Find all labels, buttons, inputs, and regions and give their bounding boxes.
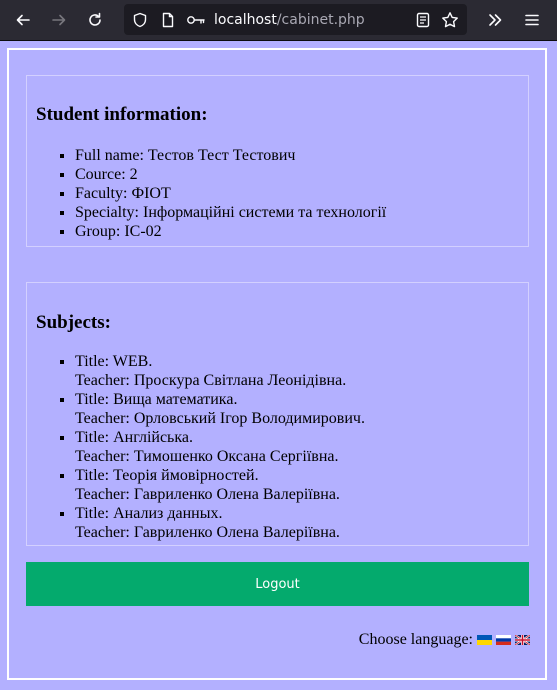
url-text[interactable]: localhost/cabinet.php	[214, 12, 365, 28]
logout-button[interactable]: Logout	[26, 562, 529, 606]
subject-title: Title: WEB.	[75, 353, 153, 370]
key-icon[interactable]	[186, 11, 206, 29]
student-info-panel: Student information: Full name: Тестов Т…	[26, 75, 529, 247]
reload-icon[interactable]	[81, 6, 109, 34]
subject-teacher: Teacher: Гавриленко Олена Валеріївна.	[75, 524, 340, 541]
subjects-heading: Subjects:	[36, 312, 111, 333]
subject-title: Title: Анализ данных.	[75, 505, 223, 522]
student-course: Cource: 2	[75, 165, 386, 184]
subject-title: Title: Вища математика.	[75, 391, 238, 408]
url-path: /cabinet.php	[276, 12, 365, 28]
toolbar-divider	[0, 40, 557, 41]
subject-item: Title: Вища математика. Teacher: Орловськ…	[75, 390, 365, 428]
language-label: Choose language:	[358, 631, 473, 648]
ukraine-flag-icon[interactable]	[477, 635, 492, 645]
subject-teacher: Teacher: Орловський Ігор Володимирович.	[75, 410, 365, 427]
shield-icon[interactable]	[131, 11, 149, 29]
subjects-list: Title: WEB. Teacher: Проскура Світлана Ле…	[75, 352, 365, 542]
subject-item: Title: Анализ данных. Teacher: Гавриленко…	[75, 504, 365, 542]
student-full-name: Full name: Тестов Тест Тестович	[75, 146, 386, 165]
student-group: Group: ІС-02	[75, 222, 386, 241]
hamburger-menu-icon[interactable]	[518, 6, 546, 34]
page-icon[interactable]	[159, 11, 177, 29]
forward-arrow-icon[interactable]	[45, 6, 73, 34]
student-info-heading: Student information:	[36, 104, 208, 125]
subject-teacher: Teacher: Тимошенко Оксана Сергіївна.	[75, 448, 339, 465]
subject-title: Title: Англійська.	[75, 429, 193, 446]
back-arrow-icon[interactable]	[9, 6, 37, 34]
reader-view-icon[interactable]	[414, 11, 432, 29]
url-host: localhost	[214, 12, 277, 28]
subject-teacher: Teacher: Проскура Світлана Леонідівна.	[75, 372, 347, 389]
subject-item: Title: Теорія ймовірностей. Teacher: Гавр…	[75, 466, 365, 504]
subjects-panel: Subjects: Title: WEB. Teacher: Проскура С…	[26, 282, 529, 546]
student-info-list: Full name: Тестов Тест Тестович Cource: …	[75, 146, 386, 241]
uk-flag-icon[interactable]	[515, 635, 530, 645]
student-faculty: Faculty: ФІОТ	[75, 184, 386, 203]
student-specialty: Specialty: Інформаційні системи та техно…	[75, 203, 386, 222]
russia-flag-icon[interactable]	[496, 635, 511, 645]
browser-toolbar: localhost/cabinet.php	[0, 0, 557, 40]
subject-item: Title: WEB. Teacher: Проскура Світлана Ле…	[75, 352, 365, 390]
subject-item: Title: Англійська. Teacher: Тимошенко Окс…	[75, 428, 365, 466]
subject-title: Title: Теорія ймовірностей.	[75, 467, 259, 484]
subject-teacher: Teacher: Гавриленко Олена Валеріївна.	[75, 486, 340, 503]
url-bar[interactable]: localhost/cabinet.php	[124, 4, 467, 35]
bookmark-star-icon[interactable]	[441, 11, 459, 29]
overflow-chevron-icon[interactable]	[481, 6, 509, 34]
language-chooser: Choose language:	[359, 631, 530, 649]
